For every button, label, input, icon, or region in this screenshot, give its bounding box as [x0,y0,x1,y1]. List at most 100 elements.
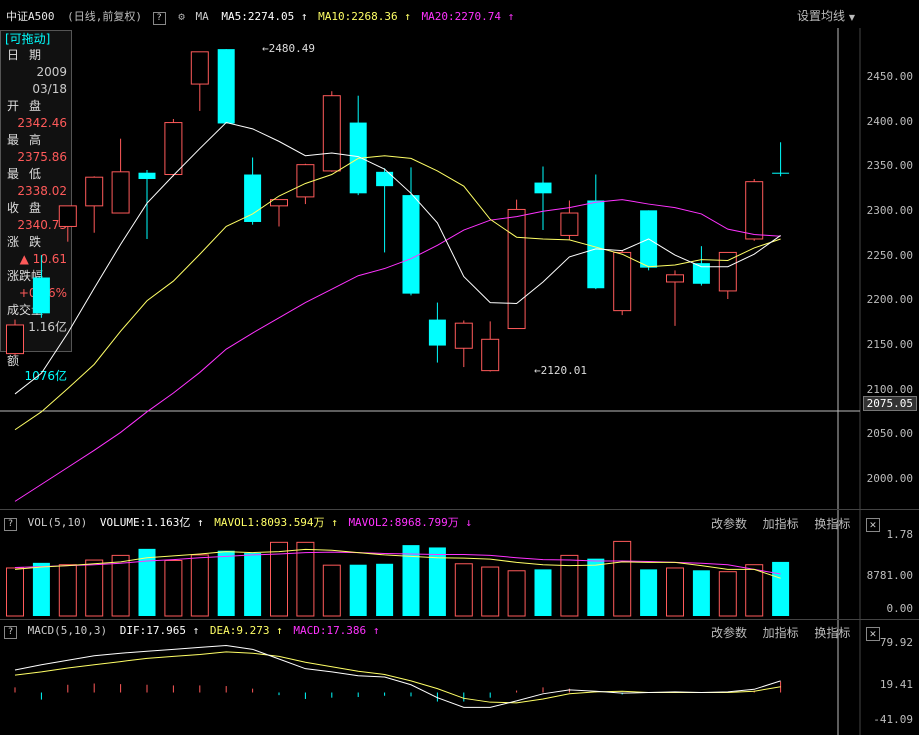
up-arrow-icon: ↑ [372,624,380,637]
ma5-line [14,122,781,395]
macd-tick: 79.92 [879,636,913,649]
candle-body [745,181,764,240]
volume-bar [718,571,737,617]
macd-separator [0,619,919,620]
volume-bar [481,566,500,617]
change-params-button[interactable]: 改参数 [711,517,747,531]
candle-body [32,277,50,314]
volume-bar [560,554,579,617]
price-tick: 2150.00 [866,338,913,351]
up-arrow-icon: ↑ [276,624,283,637]
switch-indicator-button[interactable]: 换指标 [814,626,850,640]
dif-value: DIF:17.965 [119,624,186,637]
price-tick: 2400.00 [866,115,913,128]
candle-body [58,205,77,227]
dea-line [14,651,781,704]
macd-tick: 19.41 [879,678,913,691]
volume-bar [6,567,24,617]
volume-header: ? VOL(5,10) VOLUME:1.163亿 ↑ MAVOL1:8093.… [4,514,472,531]
candle-body [534,182,552,194]
candle-body [613,251,632,312]
volume-bar [666,567,684,617]
volume-bar [217,550,235,616]
candle-body [507,208,526,330]
candle-body [85,176,104,207]
volume-bar [32,562,50,616]
volume-bar [85,559,104,617]
volume-tick: 0.00 [886,602,914,615]
volume-bar [454,563,473,617]
low-annotation-value: 2120.01 [540,364,587,377]
candle-body [428,319,446,346]
candle-body [111,171,130,214]
candle-body [454,322,473,349]
help-icon[interactable]: ? [4,626,17,639]
volume-tick: 8781.00 [866,569,913,582]
cursor-price-label: 2075.05 [862,396,917,411]
dif-line [14,644,781,708]
volume-bar [772,561,790,616]
candle-body [296,164,315,198]
macd-panel-buttons: 改参数 加指标 换指标 ✕ [711,622,880,641]
vol-title[interactable]: VOL(5,10) [28,516,88,529]
volume-bar [58,564,77,617]
up-arrow-icon: ↑ [331,516,338,529]
change-params-button[interactable]: 改参数 [711,626,747,640]
candle-body [666,274,684,283]
volume-separator [0,509,919,510]
price-tick: 2200.00 [866,293,913,306]
add-indicator-button[interactable]: 加指标 [763,517,799,531]
mavol1-value: MAVOL1:8093.594万 [214,516,325,529]
price-tick: 2250.00 [866,249,913,262]
volume-tick: 1.78 [886,528,914,541]
candle-body [322,95,341,172]
volume-bar [640,569,658,616]
volume-bar [507,570,526,617]
switch-indicator-button[interactable]: 换指标 [814,517,850,531]
volume-bar [164,560,183,617]
close-icon[interactable]: ✕ [865,627,880,641]
price-tick: 2000.00 [866,472,913,485]
price-tick: 2350.00 [866,159,913,172]
left-arrow-icon: ← [262,42,269,55]
candle-body [6,324,24,355]
candle-body [402,195,420,294]
volume-bar [376,563,394,616]
volume-bar [111,554,130,617]
low-annotation: ←2120.01 [534,364,587,377]
macd-value: MACD:17.386 [293,624,367,637]
down-arrow-icon: ↓ [465,516,473,529]
ma20-line [14,199,781,502]
volume-bar [349,564,367,616]
price-tick: 2050.00 [866,427,913,440]
macd-title[interactable]: MACD(5,10,3) [28,624,107,637]
volume-bar [322,564,341,617]
candle-body [481,338,500,372]
candle-body [772,172,790,174]
help-icon[interactable]: ? [4,518,17,531]
price-tick: 2300.00 [866,204,913,217]
volume-value: VOLUME:1.163亿 [99,516,191,529]
volume-bar [244,553,262,616]
left-arrow-icon: ← [534,364,541,377]
ma10-line [14,155,781,431]
candle-body [587,200,605,289]
price-tick: 2100.00 [866,383,913,396]
candle-body [164,122,183,176]
volume-bar [613,540,632,617]
volume-panel-buttons: 改参数 加指标 换指标 ✕ [711,513,880,532]
volume-bar [745,564,764,617]
candle-body [217,49,235,124]
up-arrow-icon: ↑ [192,624,200,637]
mavol2-value: MAVOL2:8968.799万 [348,516,459,529]
candle-body [244,174,262,222]
close-icon[interactable]: ✕ [865,518,880,532]
candle-body [138,172,156,179]
volume-bar [534,569,552,616]
macd-header: ? MACD(5,10,3) DIF:17.965 ↑ DEA:9.273 ↑ … [4,624,379,639]
volume-bar [190,554,209,617]
volume-bar [587,558,605,616]
add-indicator-button[interactable]: 加指标 [763,626,799,640]
candle-body [190,51,209,85]
dea-value: DEA:9.273 [209,624,270,637]
